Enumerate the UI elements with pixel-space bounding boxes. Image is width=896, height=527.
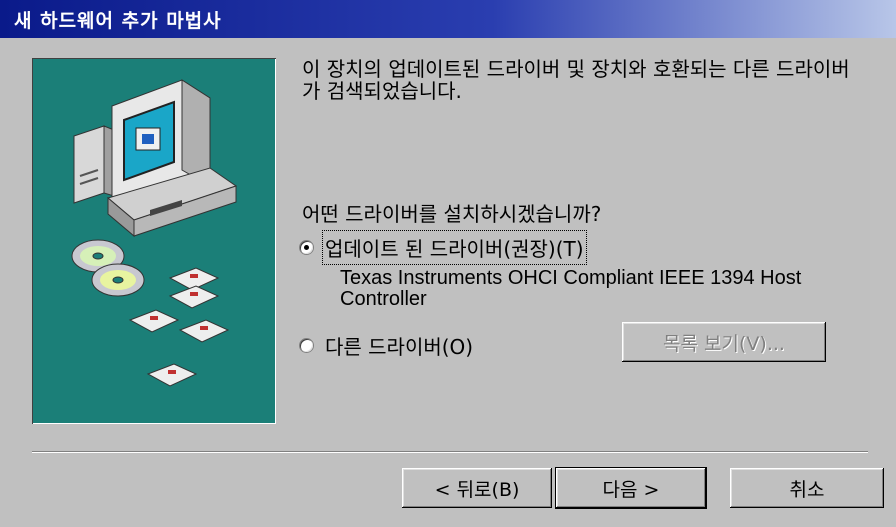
footer-separator	[32, 451, 868, 453]
next-button-label: 다음 >	[602, 478, 660, 501]
radio-updated-driver[interactable]: 업데이트 된 드라이버(권장)(T)	[300, 230, 587, 265]
window-title: 새 하드웨어 추가 마법사	[14, 10, 222, 32]
next-button[interactable]: 다음 >	[555, 467, 707, 509]
description-text: 이 장치의 업데이트된 드라이버 및 장치와 호환되는 다른 드라이버가 검색되…	[302, 57, 850, 103]
view-list-button[interactable]: 목록 보기(V)...	[622, 322, 826, 362]
back-button[interactable]: < 뒤로(B)	[402, 468, 552, 508]
radio-other-driver-dot[interactable]	[300, 339, 313, 352]
updated-driver-name: Texas Instruments OHCI Compliant IEEE 13…	[340, 267, 802, 310]
cancel-button-label: 취소	[789, 478, 825, 501]
radio-other-driver-label[interactable]: 다른 드라이버(O)	[325, 331, 473, 360]
radio-updated-driver-dot[interactable]	[300, 241, 313, 254]
computer-icon	[71, 79, 238, 387]
floppy-disk-icon	[128, 267, 230, 387]
radio-updated-driver-label[interactable]: 업데이트 된 드라이버(권장)(T)	[322, 230, 587, 265]
title-bar[interactable]: 새 하드웨어 추가 마법사	[0, 0, 896, 38]
view-list-button-label: 목록 보기(V)...	[663, 332, 785, 355]
radio-other-driver[interactable]: 다른 드라이버(O)	[300, 331, 473, 360]
wizard-illustration	[32, 58, 276, 424]
cd-disc-icon	[71, 239, 145, 297]
back-button-label: < 뒤로(B)	[434, 478, 520, 501]
cancel-button[interactable]: 취소	[730, 468, 884, 508]
wizard-window: 새 하드웨어 추가 마법사 이 장치의 업데이트된 드라이버 및 장치와 호환되…	[0, 0, 896, 527]
question-text: 어떤 드라이버를 설치하시겠습니까?	[302, 202, 602, 226]
